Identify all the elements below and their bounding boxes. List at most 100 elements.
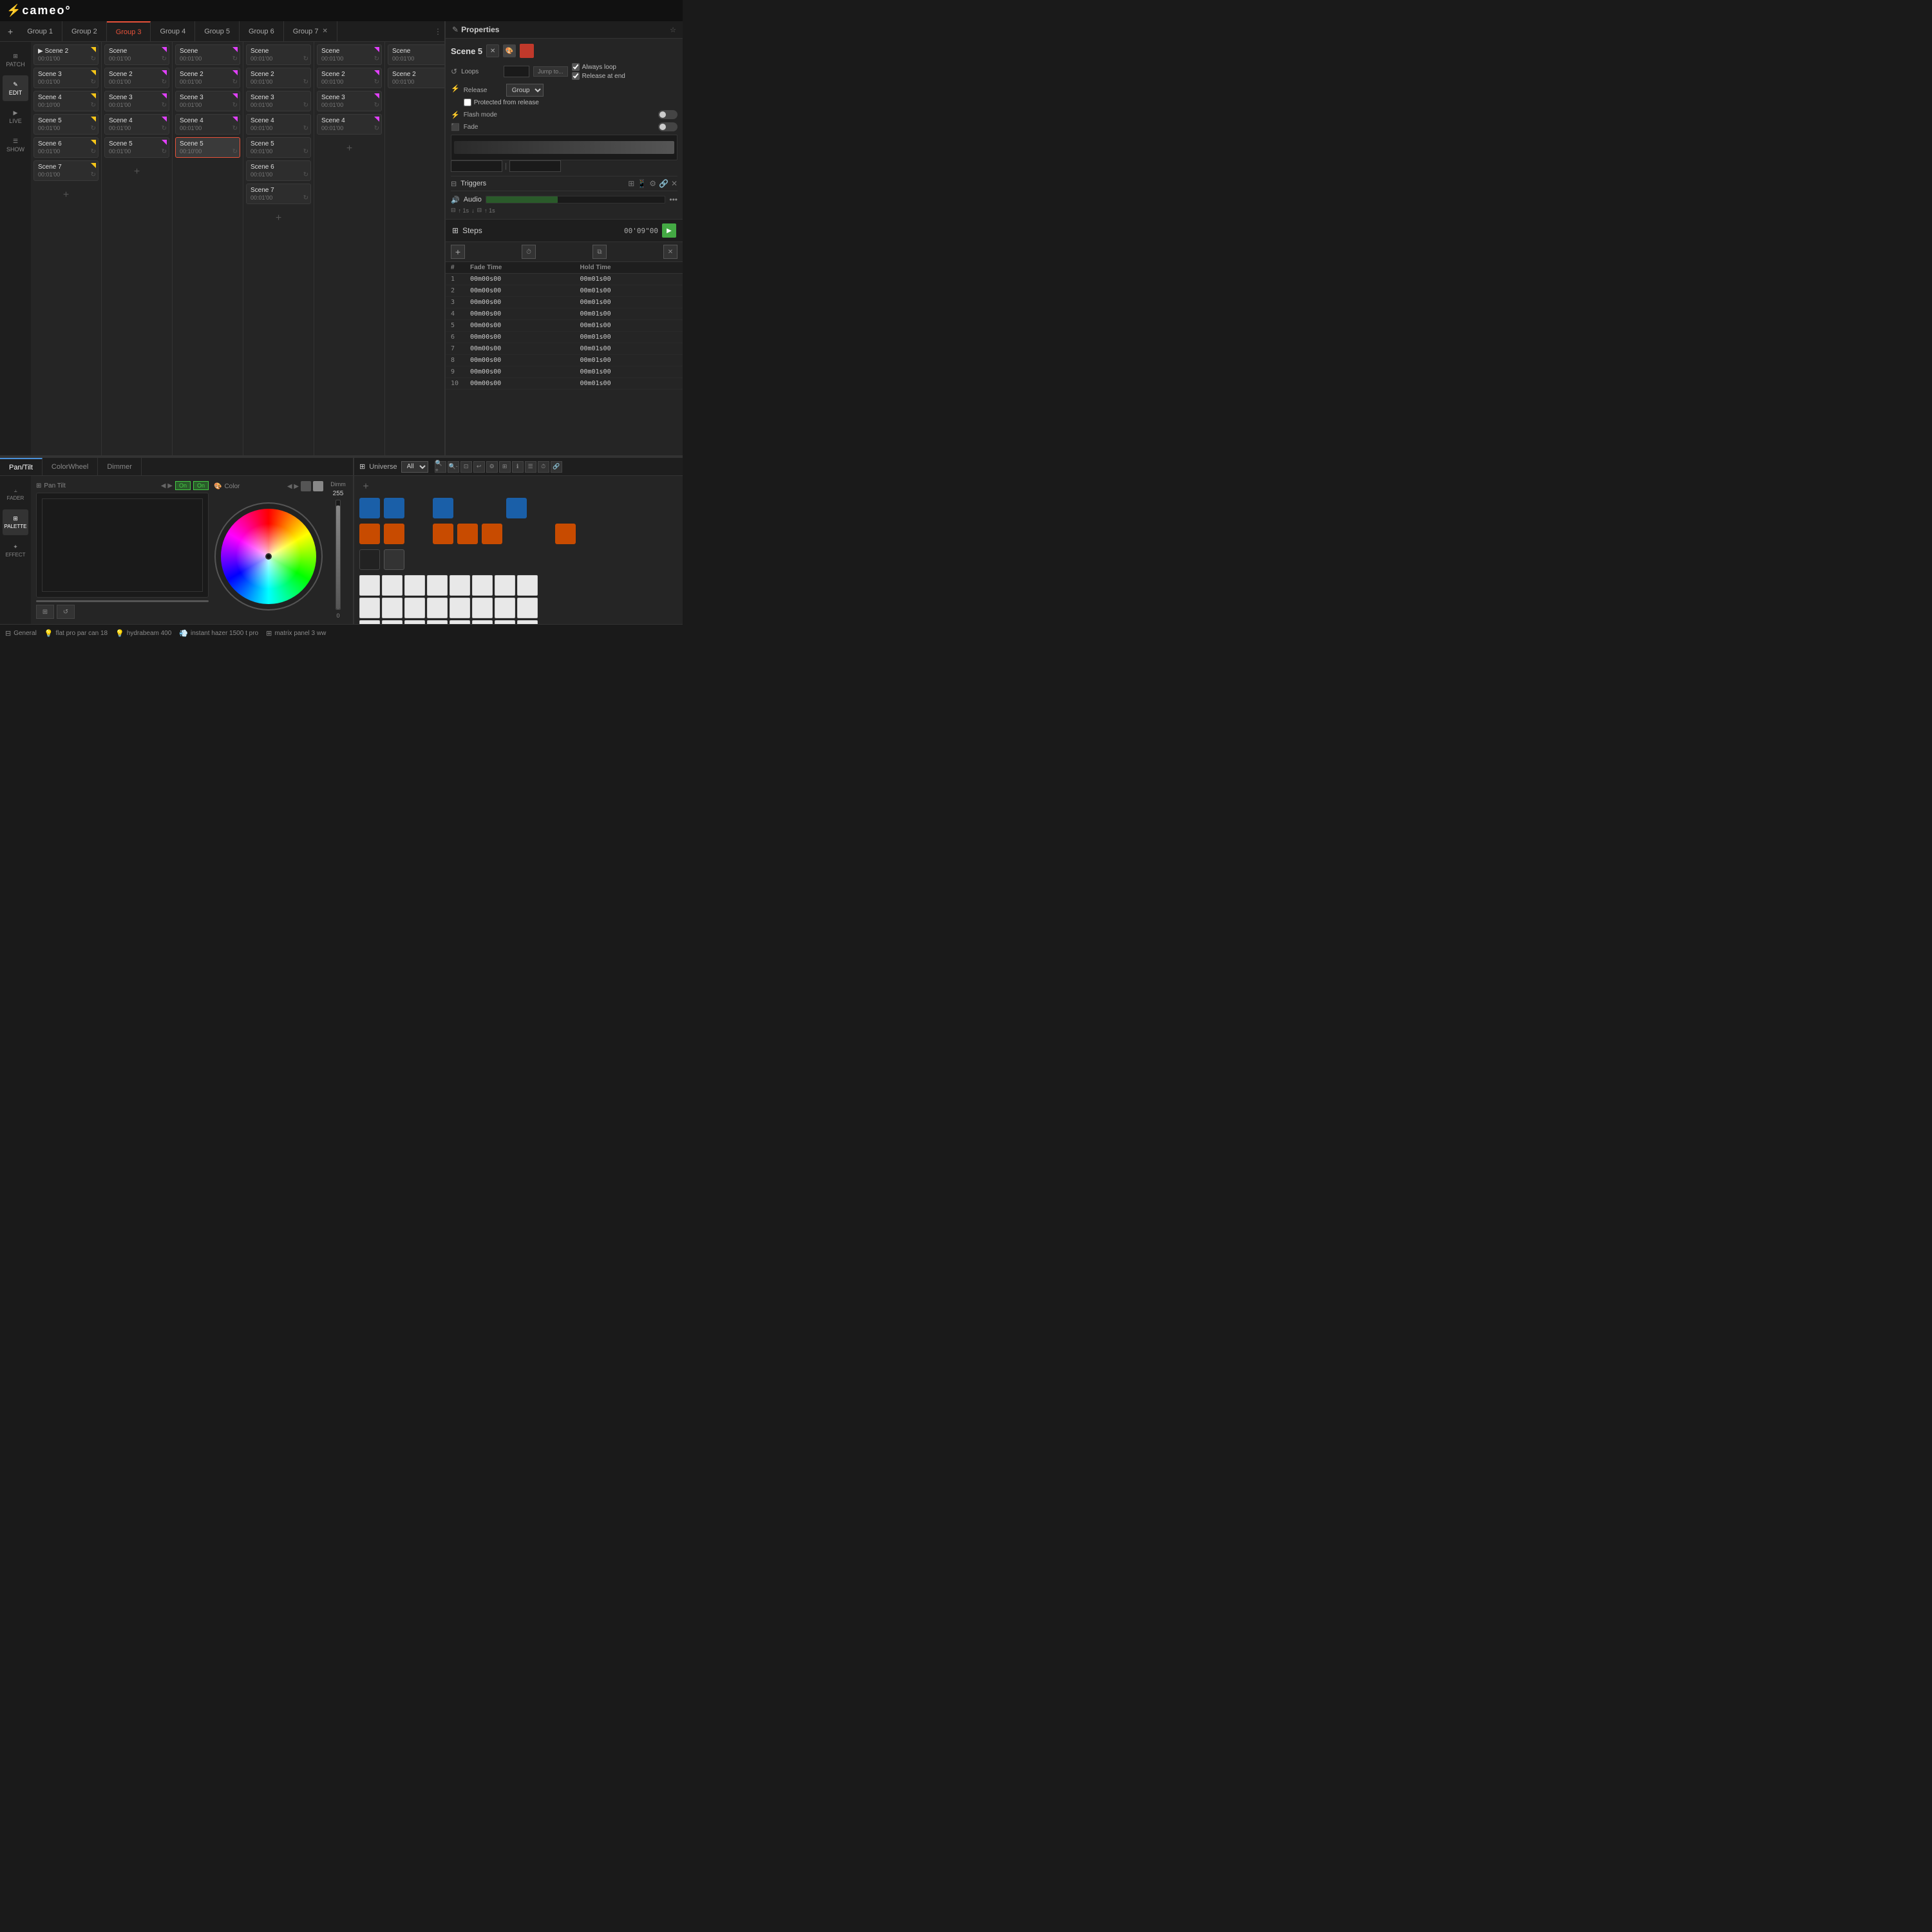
add-scene-button[interactable]: + bbox=[246, 209, 311, 227]
tab-dimmer[interactable]: Dimmer bbox=[98, 458, 142, 475]
trigger-icon-1[interactable]: ⊞ bbox=[628, 179, 634, 188]
universe-select[interactable]: All bbox=[401, 461, 428, 473]
flash-mode-toggle[interactable] bbox=[658, 110, 677, 119]
release-group-select[interactable]: Group bbox=[506, 84, 544, 97]
tab-group3[interactable]: Group 3 bbox=[107, 21, 151, 41]
tab-group6[interactable]: Group 6 bbox=[240, 21, 284, 41]
pt-reset-btn[interactable]: ↺ bbox=[57, 605, 75, 619]
always-loop-checkbox[interactable]: Always loop bbox=[572, 63, 625, 71]
scene-card[interactable]: Scene 2 00:01'00 ↻ bbox=[175, 68, 240, 88]
sidebar-item-show[interactable]: ☰ SHOW bbox=[3, 132, 28, 158]
table-row[interactable]: 1 00m00s00 00m01s00 bbox=[446, 274, 683, 285]
scene-card[interactable]: Scene 2 00:01'00 ↻ bbox=[388, 68, 444, 88]
grid-cell[interactable] bbox=[382, 598, 402, 618]
fit-btn[interactable]: ⊡ bbox=[460, 461, 472, 473]
scene-card[interactable]: Scene 2 00:01'00 ↻ bbox=[104, 68, 169, 88]
clock-btn[interactable]: ⏱ bbox=[538, 461, 549, 473]
release-at-end-check[interactable] bbox=[572, 72, 580, 80]
scene-card[interactable]: Scene 7 00:01'00 ↻ bbox=[246, 184, 311, 204]
always-loop-check[interactable] bbox=[572, 63, 580, 71]
zoom-in-btn[interactable]: 🔍+ bbox=[435, 461, 446, 473]
sidebar-item-edit[interactable]: ✎ EDIT bbox=[3, 75, 28, 101]
trigger-icon-2[interactable]: 📱 bbox=[637, 179, 647, 188]
scene-card[interactable]: Scene 6 00:01'00 ↻ bbox=[33, 137, 99, 158]
scene-card[interactable]: Scene 4 00:01'00 ↻ bbox=[104, 114, 169, 135]
pt-on-button-2[interactable]: On bbox=[193, 481, 209, 490]
scene-card[interactable]: Scene 4 00:01'00 ↻ bbox=[246, 114, 311, 135]
scene-card[interactable]: Scene 5 00:01'00 ↻ bbox=[246, 137, 311, 158]
add-tab-button[interactable]: + bbox=[3, 26, 18, 37]
tab-group7[interactable]: Group 7 ✕ bbox=[284, 21, 337, 41]
steps-delete-icon[interactable]: ✕ bbox=[663, 245, 677, 259]
color-picker-icon[interactable]: 🎨 bbox=[503, 44, 516, 57]
star-icon[interactable]: ☆ bbox=[670, 26, 676, 34]
grid-cell[interactable] bbox=[495, 598, 515, 618]
grid-cell[interactable] bbox=[495, 575, 515, 596]
tab-group5[interactable]: Group 5 bbox=[195, 21, 240, 41]
info-btn[interactable]: ℹ bbox=[512, 461, 524, 473]
protected-checkbox[interactable]: Protected from release bbox=[464, 99, 544, 106]
tab-color-wheel[interactable]: ColorWheel bbox=[43, 458, 98, 475]
scene-card[interactable]: Scene 2 00:01'00 ↻ bbox=[317, 68, 382, 88]
grid-cell[interactable] bbox=[472, 598, 493, 618]
status-item-1[interactable]: 💡 flat pro par can 18 bbox=[44, 629, 108, 638]
pt-canvas[interactable] bbox=[36, 493, 209, 598]
scene-card[interactable]: Scene 3 00:01'00 ↻ bbox=[317, 91, 382, 111]
scene-card[interactable]: Scene 5 00:01'00 ↻ bbox=[104, 137, 169, 158]
fixture-block[interactable] bbox=[433, 498, 453, 518]
pt-grid-btn[interactable]: ⊞ bbox=[36, 605, 54, 619]
scene-card[interactable]: Scene 2 00:01'00 ↻ bbox=[246, 68, 311, 88]
steps-copy-icon[interactable]: ⧉ bbox=[592, 245, 607, 259]
zoom-out-btn[interactable]: 🔍- bbox=[448, 461, 459, 473]
steps-clock-icon[interactable]: ⏱ bbox=[522, 245, 536, 259]
table-row[interactable]: 10 00m00s00 00m01s00 bbox=[446, 378, 683, 390]
time-input-1[interactable]: 00m00s00 bbox=[451, 160, 502, 172]
grid-cell[interactable] bbox=[450, 575, 470, 596]
table-row[interactable]: 3 00m00s00 00m01s00 bbox=[446, 297, 683, 308]
scene-card[interactable]: Scene 00:01'00 ↻ bbox=[388, 44, 444, 65]
fixture-block[interactable] bbox=[359, 524, 380, 544]
pt-on-button-1[interactable]: On bbox=[175, 481, 191, 490]
fixture-block[interactable] bbox=[482, 524, 502, 544]
close-tab-group7[interactable]: ✕ bbox=[322, 28, 327, 35]
status-item-4[interactable]: ⊞ matrix panel 3 ww bbox=[266, 629, 326, 638]
protected-check[interactable] bbox=[464, 99, 471, 106]
tab-overflow[interactable]: ⋮ bbox=[434, 27, 442, 36]
status-item-2[interactable]: 💡 hydrabeam 400 bbox=[115, 629, 171, 638]
scene-card[interactable]: Scene 00:01'00 ↻ bbox=[317, 44, 382, 65]
grid-cell[interactable] bbox=[517, 575, 538, 596]
fade-toggle[interactable] bbox=[658, 122, 677, 131]
scene-card[interactable]: Scene 00:01'00 ↻ bbox=[104, 44, 169, 65]
grid-cell[interactable] bbox=[427, 598, 448, 618]
fixture-block[interactable] bbox=[433, 524, 453, 544]
table-row[interactable]: 9 00m00s00 00m01s00 bbox=[446, 366, 683, 378]
table-row[interactable]: 5 00m00s00 00m01s00 bbox=[446, 320, 683, 332]
scene-card[interactable]: Scene 3 00:01'00 ↻ bbox=[246, 91, 311, 111]
audio-menu[interactable]: ••• bbox=[669, 195, 677, 204]
fixture-block[interactable] bbox=[359, 549, 380, 570]
scene-card[interactable]: Scene 5 00:01'00 ↻ bbox=[33, 114, 99, 135]
scene-card[interactable]: Scene 7 00:01'00 ↻ bbox=[33, 160, 99, 181]
release-at-end-checkbox[interactable]: Release at end bbox=[572, 72, 625, 80]
table-row[interactable]: 6 00m00s00 00m01s00 bbox=[446, 332, 683, 343]
scene-card[interactable]: Scene 4 00:01'00 ↻ bbox=[317, 114, 382, 135]
link-btn[interactable]: 🔗 bbox=[551, 461, 562, 473]
tab-group2[interactable]: Group 2 bbox=[62, 21, 107, 41]
scene-card[interactable]: Scene 4 00:01'00 ↻ bbox=[175, 114, 240, 135]
fixture-block[interactable] bbox=[384, 498, 404, 518]
grid-cell[interactable] bbox=[517, 598, 538, 618]
universe-add-button[interactable]: + bbox=[359, 481, 372, 493]
tab-pan-tilt[interactable]: Pan/Tilt bbox=[0, 458, 43, 475]
sidebar-item-effect[interactable]: ✦ EFFECT bbox=[3, 538, 28, 564]
time-input-2[interactable]: 00m00s00 bbox=[509, 160, 561, 172]
table-row[interactable]: 8 00m00s00 00m01s00 bbox=[446, 355, 683, 366]
fixture-block[interactable] bbox=[506, 498, 527, 518]
grid-cell[interactable] bbox=[472, 575, 493, 596]
grid-cell[interactable] bbox=[359, 575, 380, 596]
table-row[interactable]: 7 00m00s00 00m01s00 bbox=[446, 343, 683, 355]
scene-color-indicator[interactable] bbox=[520, 44, 534, 58]
fixture-block[interactable] bbox=[384, 549, 404, 570]
undo-btn[interactable]: ↩ bbox=[473, 461, 485, 473]
close-scene-button[interactable]: ✕ bbox=[486, 44, 499, 57]
grid-cell[interactable] bbox=[450, 598, 470, 618]
